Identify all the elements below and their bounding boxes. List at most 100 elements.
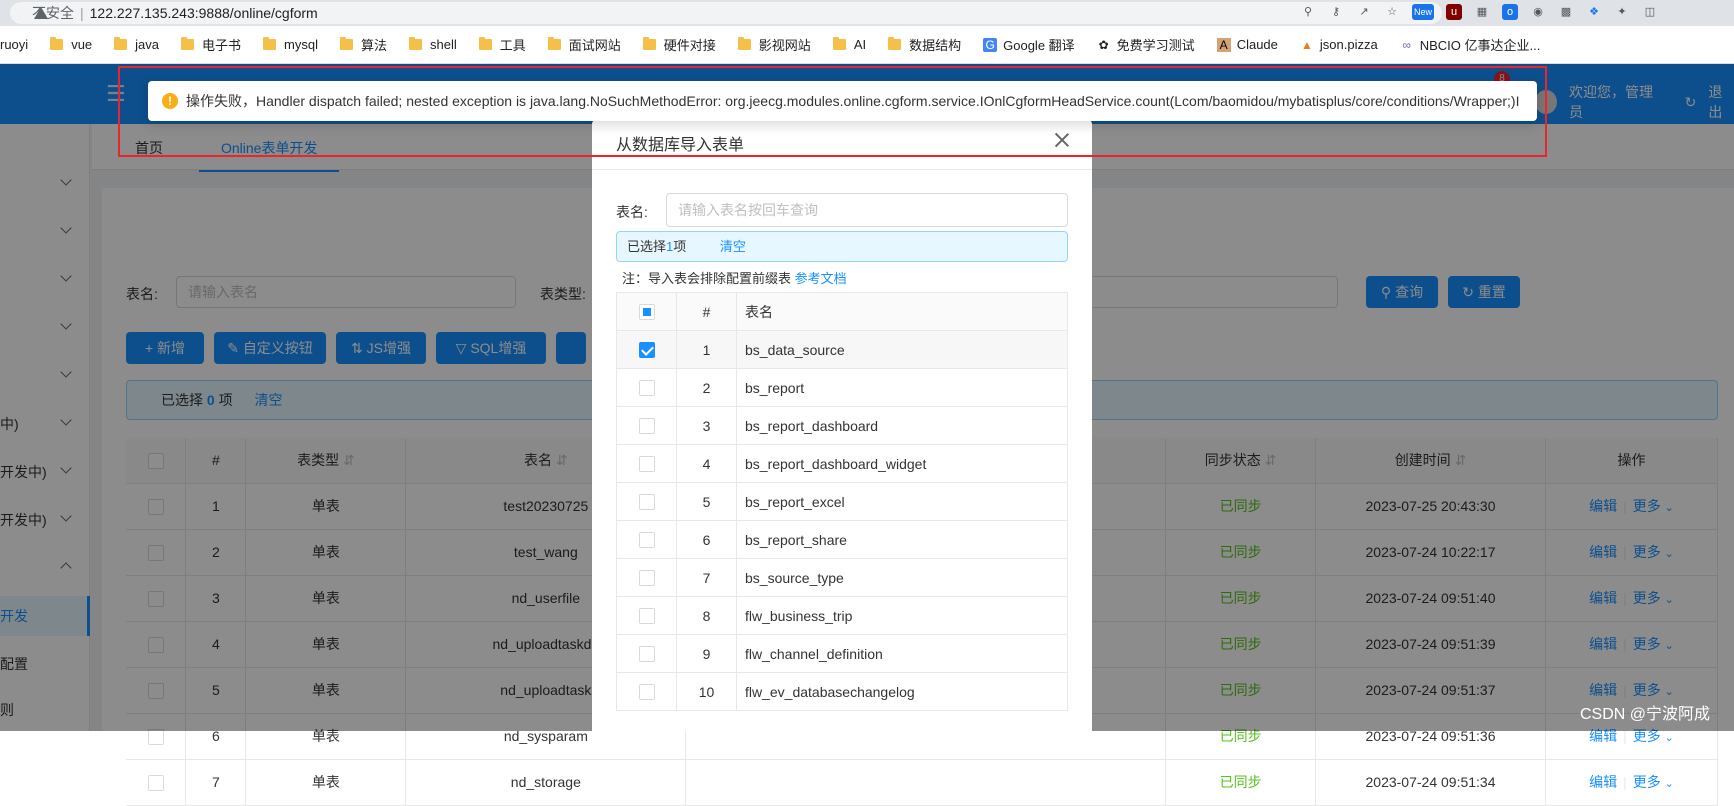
sidebar-panel-icon[interactable]: ◫ [1642,4,1658,20]
modal-table-row[interactable]: 8 flw_business_trip [616,596,1068,635]
modal-row-name: flw_ev_databasechangelog [736,672,1068,711]
folder-icon [478,37,492,50]
modal-table-row[interactable]: 10 flw_ev_databasechangelog [616,672,1068,711]
folder-icon [181,37,195,50]
modal-row-checkbox-cell[interactable] [616,596,677,635]
modal-row-checkbox[interactable] [638,532,655,549]
modal-note: 注：导入表会排除配置前缀表 参考文档 [622,271,847,286]
modal-table-row[interactable]: 9 flw_channel_definition [616,634,1068,673]
watermark: CSDN @宁波阿成 [1580,706,1711,723]
modal-row-checkbox[interactable] [638,646,655,663]
modal-row-index: 9 [676,634,737,673]
puzzle-icon[interactable]: ✦ [1614,4,1630,20]
modal-row-name: bs_report_dashboard_widget [736,444,1068,483]
row-index: 7 [185,759,247,806]
modal-col-index: # [676,292,737,331]
grid-icon[interactable]: ▦ [1474,4,1490,20]
browser-toolbar-icons: ⚲ ⚷ ↗ ☆ New u ▦ o ◉ ▩ ❖ ✦ ◫ [1300,4,1658,22]
modal-row-checkbox[interactable] [638,570,655,587]
modal-row-checkbox-cell[interactable] [616,520,677,559]
bookmark-claude[interactable]: A Claude [1216,37,1278,52]
modal-select-all[interactable] [616,292,677,331]
modal-row-index: 6 [676,520,737,559]
bookmark-data-structure[interactable]: 数据结构 [888,35,961,54]
modal-row-checkbox[interactable] [638,342,655,359]
modal-table-row[interactable]: 5 bs_report_excel [616,482,1068,521]
share-icon[interactable]: ↗ [1356,4,1372,20]
bookmark-json-pizza[interactable]: ▲ json.pizza [1300,37,1378,52]
bookmark-java[interactable]: java [114,37,159,52]
modal-row-checkbox[interactable] [638,608,655,625]
folder-icon [409,37,422,50]
modal-row-index: 10 [676,672,737,711]
bookmark-ai[interactable]: AI [832,37,866,52]
modal-row-checkbox-cell[interactable] [616,558,677,597]
modal-row-checkbox-cell[interactable] [616,634,677,673]
modal-row-checkbox[interactable] [638,418,655,435]
modal-row-name: bs_report_excel [736,482,1068,521]
glasses-icon[interactable]: ◉ [1530,4,1546,20]
chevron-down-icon[interactable]: ⌄ [1665,778,1674,790]
star-icon[interactable]: ☆ [1384,4,1400,20]
modal-row-checkbox[interactable] [638,456,655,473]
bookmark-nbcio[interactable]: ∞ NBCIO 亿事达企业... [1400,35,1540,54]
folder-icon [339,37,353,50]
row-checkbox-cell[interactable] [126,759,187,806]
bookmark-free-learning[interactable]: ✿ 免费学习测试 [1097,35,1195,54]
modal-table-row[interactable]: 2 bs_report [616,368,1068,407]
modal-row-checkbox[interactable] [638,380,655,397]
modal-row-checkbox-cell[interactable] [616,482,677,521]
extension-new-icon[interactable]: New [1412,4,1434,20]
bookmark-interview[interactable]: 面试网站 [547,35,621,54]
row-checkbox[interactable] [147,774,164,791]
modal-search-input[interactable]: 请输入表名按回车查询 [666,193,1068,227]
row-checkbox[interactable] [147,728,164,745]
modal-row-checkbox-cell[interactable] [616,444,677,483]
key-icon[interactable]: ⚷ [1328,4,1344,20]
bookmark-google-translate[interactable]: G Google 翻译 [983,35,1075,54]
chevron-down-icon[interactable]: ⌄ [1665,732,1674,744]
bookmark-tools[interactable]: 工具 [478,35,526,54]
modal-row-checkbox-cell[interactable] [616,672,677,711]
modal-row-checkbox[interactable] [638,684,655,701]
bookmark-algorithm[interactable]: 算法 [339,35,387,54]
wifi-icon[interactable]: ❖ [1586,4,1602,20]
modal-table-row[interactable]: 4 bs_report_dashboard_widget [616,444,1068,483]
modal-row-name: bs_report_dashboard [736,406,1068,445]
modal-row-checkbox-cell[interactable] [616,368,677,407]
modal-table-row[interactable]: 6 bs_report_share [616,520,1068,559]
bookmark-mysql[interactable]: mysql [263,37,318,52]
save-icon[interactable]: ▩ [1558,4,1574,20]
folder-icon [114,37,128,50]
folder-icon [50,37,64,50]
modal-selection-alert: 已选择1项 清空 [616,231,1068,262]
bookmark-shell[interactable]: shell [409,37,457,52]
search-icon[interactable]: ⚲ [1300,4,1316,20]
bookmark-ruoyi[interactable]: ruoyi [0,37,28,52]
folder-icon [263,37,277,50]
modal-row-index: 8 [676,596,737,635]
modal-clear-link[interactable]: 清空 [720,239,746,254]
modal-row-checkbox[interactable] [638,494,655,511]
bookmark-vue[interactable]: vue [50,37,92,52]
bookmark-video[interactable]: 影视网站 [737,35,811,54]
indeterminate-checkbox[interactable] [638,304,655,321]
extension-on-icon[interactable]: o [1502,4,1518,20]
highlight-box [118,66,1547,157]
modal-table-row[interactable]: 3 bs_report_dashboard [616,406,1068,445]
modal-row-name: flw_channel_definition [736,634,1068,673]
url-field[interactable]: 不安全 | 122.227.135.243:9888/online/cgform [10,2,1442,24]
modal-row-checkbox-cell[interactable] [616,330,677,369]
doc-link[interactable]: 参考文档 [795,271,847,286]
bookmark-ebook[interactable]: 电子书 [181,35,241,54]
google-translate-icon: G [983,37,998,52]
bookmark-hardware[interactable]: 硬件对接 [642,35,716,54]
folder-icon [642,37,656,50]
ublock-icon[interactable]: u [1446,4,1462,20]
more-link[interactable]: 更多 [1633,774,1661,790]
edit-link[interactable]: 编辑 [1589,774,1617,790]
url-text: 122.227.135.243:9888/online/cgform [89,5,318,21]
modal-table-row[interactable]: 1 bs_data_source [616,330,1068,369]
modal-row-checkbox-cell[interactable] [616,406,677,445]
modal-table-row[interactable]: 7 bs_source_type [616,558,1068,597]
